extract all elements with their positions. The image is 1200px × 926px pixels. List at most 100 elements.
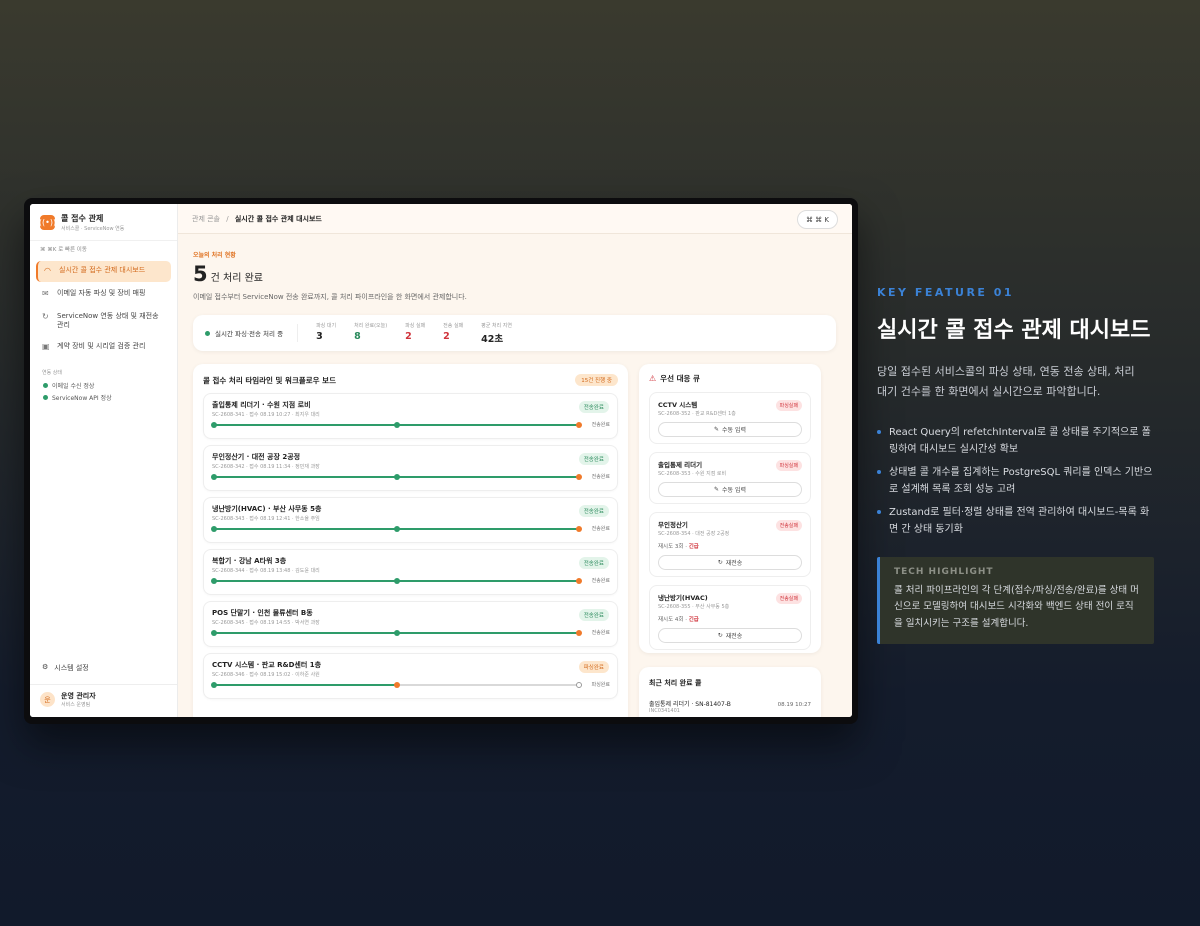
topbar: 관제 콘솔 / 실시간 콜 접수 관제 대시보드 ⌘ ⌘ K (178, 204, 852, 234)
stage-node (393, 526, 400, 532)
sidebar-item-1[interactable]: ◠ 실시간 콜 접수 관제 대시보드 (36, 261, 171, 282)
breadcrumb-parent[interactable]: 관제 콘솔 (192, 215, 220, 223)
call-card[interactable]: 무인정산기 · 대전 공장 2공정 SC-2608-342 · 접수 08.19… (203, 445, 618, 491)
resend-button[interactable]: ↻ 재전송 (658, 628, 802, 643)
stat-label: 처리 완료(오늘) (354, 322, 388, 329)
stage-node (576, 474, 582, 480)
sidebar-item-3[interactable]: ↻ ServiceNow 연동 상태 및 재전송 관리 (36, 307, 171, 336)
status-heading: 연동 상태 (42, 370, 62, 377)
call-list: 출입통제 리더기 · 수원 지점 로비 SC-2608-341 · 접수 08.… (203, 393, 618, 699)
queue-item-meta: SC-2608-355 · 부산 사무동 5층 (658, 604, 730, 610)
call-status-badge: 전송완료 (578, 401, 609, 413)
call-card[interactable]: CCTV 시스템 · 판교 R&D센터 1층 SC-2608-346 · 접수 … (203, 653, 618, 699)
stat-label: 전송 실패 (443, 322, 464, 329)
hero-title: 5 건 처리 완료 (193, 262, 263, 286)
command-palette-button[interactable]: ⌘ ⌘ K (796, 210, 838, 229)
stage-node (211, 578, 217, 584)
call-meta: SC-2608-343 · 접수 08.19 12:41 · 한소율 주임 (212, 516, 320, 522)
feature-description: 당일 접수된 서비스콜의 파싱 상태, 연동 전송 상태, 처리 대기 건수를 … (877, 365, 1135, 398)
hero-description: 이메일 접수부터 ServiceNow 전송 완료까지, 콜 처리 파이프라인을… (193, 293, 467, 301)
stat-label: 파싱 대기 (316, 322, 337, 329)
broadcast-icon: ((•)) (39, 215, 56, 230)
quick-search-hint[interactable]: ⌘ ⌘K 로 빠른 이동 (30, 240, 177, 259)
mail-icon: ✉ (42, 288, 49, 298)
call-card[interactable]: 복합기 · 강남 A타워 3층 SC-2608-344 · 접수 08.19 1… (203, 549, 618, 595)
stat-item: 전송 실패 2 (443, 322, 463, 345)
stage-node (576, 578, 582, 584)
progress-track (211, 630, 582, 636)
manual-input-button[interactable]: ✎ 수동 입력 (658, 482, 802, 497)
settings-link[interactable]: ⚙ 시스템 설정 (36, 659, 95, 677)
call-status-badge: 파싱완료 (578, 661, 609, 673)
progress-segment (396, 684, 579, 686)
stage-node (576, 630, 582, 636)
call-status-badge: 전송완료 (578, 609, 609, 621)
brand[interactable]: ((•)) 콜 접수 관제 서비스콜 · ServiceNow 연동 (30, 204, 177, 240)
bullet-dot (877, 469, 881, 474)
live-label: 실시간 파싱·전송 처리 중 (215, 330, 284, 338)
recent-title: 최근 처리 완료 콜 (649, 679, 702, 687)
feature-panel: KEY FEATURE 01 실시간 콜 접수 관제 대시보드 당일 접수된 서… (877, 286, 1157, 645)
hero-eyebrow: 오늘의 처리 현황 (193, 252, 236, 259)
stage-node (576, 682, 582, 688)
stage-node (393, 682, 400, 688)
recent-item-id: INC0341401 (649, 708, 680, 714)
progress-segment (214, 424, 397, 426)
user-name: 운영 관리자 (61, 692, 96, 700)
progress-segment (396, 580, 579, 582)
stage-node (211, 474, 217, 480)
call-card[interactable]: 출입통제 리더기 · 수원 지점 로비 SC-2608-341 · 접수 08.… (203, 393, 618, 439)
button-label: 재전송 (725, 633, 743, 640)
breadcrumb-current: 실시간 콜 접수 관제 대시보드 (234, 214, 322, 223)
progress-segment (214, 476, 397, 478)
sidebar-nav: ◠ 실시간 콜 접수 관제 대시보드 ✉ 이메일 자동 파싱 및 장비 매핑 ↻ Serv… (30, 259, 177, 360)
gear-icon: ⚙ (42, 663, 49, 671)
tech-text: 콜 처리 파이프라인의 각 단계(접수/파싱/전송/완료)를 상태 머신으로 모… (894, 584, 1139, 629)
settings-label: 시스템 설정 (54, 664, 89, 672)
bullet-dot (877, 509, 881, 514)
priority-queue: ⚠ 우선 대응 큐 CCTV 시스템 SC-2608-352 · 판교 R&D센터… (639, 364, 821, 653)
manual-input-button[interactable]: ✎ 수동 입력 (658, 422, 802, 437)
stat-value: 8 (354, 330, 361, 342)
user-profile[interactable]: 운 운영 관리자 서비스 운영팀 (30, 684, 177, 714)
status-label: ServiceNow API 정상 (52, 394, 112, 402)
stage-node (393, 474, 400, 480)
queue-item-meta: SC-2608-352 · 판교 R&D센터 1층 (658, 411, 736, 417)
stage-node (211, 682, 217, 688)
call-meta: SC-2608-346 · 접수 08.19 15:02 · 이하준 사원 (212, 672, 320, 678)
stage-node (211, 422, 217, 428)
stage-label: 전송완료 (591, 526, 610, 532)
call-meta: SC-2608-341 · 접수 08.19 10:27 · 최지우 대리 (212, 412, 320, 418)
call-card[interactable]: 냉난방기(HVAC) · 부산 사무동 5층 SC-2608-343 · 접수 … (203, 497, 618, 543)
call-meta: SC-2608-344 · 접수 08.19 13:48 · 김도윤 대리 (212, 568, 320, 574)
progress-track (211, 682, 582, 688)
call-status-badge: 전송완료 (578, 557, 609, 569)
sidebar-item-4[interactable]: ▣ 계약 장비 및 시리얼 검증 관리 (36, 337, 171, 358)
feature-bullet: Zustand로 필터·정렬 상태를 전역 관리하여 대시보드-목록 화면 간 … (877, 504, 1157, 538)
queue-card: 출입통제 리더기 SC-2608-353 · 수원 지점 로비 파싱실패 ✎ 수동… (649, 452, 811, 504)
app-name: 콜 접수 관제 (61, 214, 104, 223)
stat-label: 파싱 실패 (405, 322, 426, 329)
sidebar: ((•)) 콜 접수 관제 서비스콜 · ServiceNow 연동 ⌘ ⌘K … (30, 204, 178, 717)
retry-info: 재시도 3회 · 긴급 (658, 542, 802, 550)
status-label: 이메일 수신 정상 (52, 382, 95, 390)
call-status-badge: 전송완료 (578, 453, 609, 465)
edit-icon: ✎ (713, 486, 720, 493)
button-label: 수동 입력 (722, 427, 747, 434)
status-email: 이메일 수신 정상 (30, 379, 177, 391)
stats-bar: 실시간 파싱·전송 처리 중 파싱 대기 3 처리 완료(오늘) 8 파싱 실패 2 전송 … (193, 315, 836, 351)
queue-item-meta: SC-2608-354 · 대전 공장 2공정 (658, 531, 730, 537)
stage-node (576, 422, 582, 428)
queue-card: 냉난방기(HVAC) SC-2608-355 · 부산 사무동 5층 전송실패 … (649, 585, 811, 650)
call-card[interactable]: POS 단말기 · 인천 물류센터 B동 SC-2608-345 · 접수 08… (203, 601, 618, 647)
main-content: 관제 콘솔 / 실시간 콜 접수 관제 대시보드 ⌘ ⌘ K 오늘의 처리 현황… (178, 204, 852, 717)
bullet-dot (877, 429, 881, 434)
failure-badge: 전송실패 (775, 520, 802, 531)
recent-item[interactable]: 출입통제 리더기 · SN-81407-B INC0341401 08.19 1… (649, 699, 811, 714)
resend-button[interactable]: ↻ 재전송 (658, 555, 802, 570)
queue-card: CCTV 시스템 SC-2608-352 · 판교 R&D센터 1층 파싱실패 … (649, 392, 811, 444)
sidebar-item-2[interactable]: ✉ 이메일 자동 파싱 및 장비 매핑 (36, 284, 171, 305)
feature-title: 실시간 콜 접수 관제 대시보드 (877, 318, 1151, 343)
call-name: POS 단말기 · 인천 물류센터 B동 (212, 609, 313, 617)
call-name: 복합기 · 강남 A타워 3층 (212, 557, 287, 565)
